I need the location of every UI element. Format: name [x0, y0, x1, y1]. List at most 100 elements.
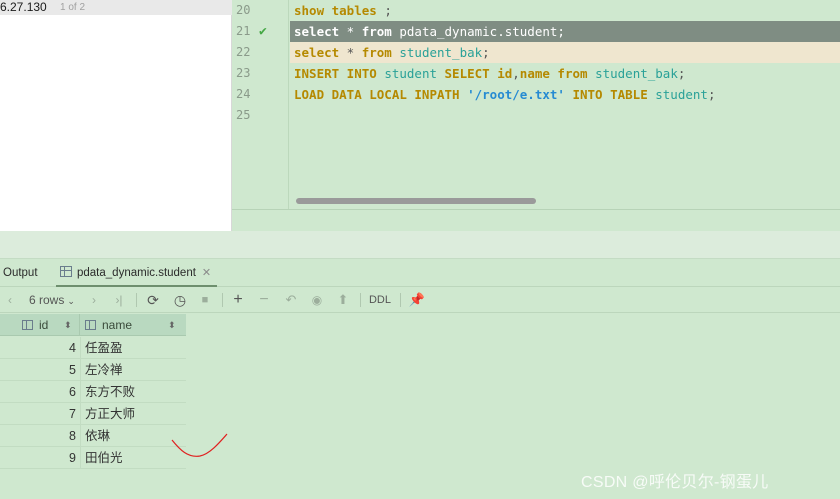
column-icon	[22, 320, 33, 330]
toolbar-divider	[136, 293, 137, 307]
cell-name[interactable]: 方正大师	[80, 403, 186, 425]
line-number: 25	[232, 105, 289, 126]
clock-icon[interactable]: ◷	[170, 287, 190, 313]
revert-icon[interactable]: ↶	[282, 287, 300, 313]
cell-name[interactable]: 左冷禅	[80, 359, 186, 381]
table-row[interactable]: 8 依琳	[0, 425, 186, 447]
ddl-button[interactable]: DDL	[367, 287, 393, 313]
line-number: 24	[232, 84, 289, 105]
code-token: from	[549, 66, 588, 81]
toolbar-divider	[360, 293, 361, 307]
code-token: student_bak	[391, 45, 483, 60]
panel-splitter[interactable]	[0, 231, 840, 259]
code-token: INTO TABLE	[564, 87, 648, 102]
last-page-icon[interactable]: ›|	[110, 287, 128, 313]
cell-id[interactable]: 9	[0, 447, 78, 469]
check-icon: ✔	[259, 24, 267, 39]
rows-count-label: 6 rows	[29, 293, 65, 307]
code-token: ;	[677, 66, 686, 81]
pin-icon[interactable]: 📌	[408, 287, 426, 313]
scrollbar-thumb[interactable]	[296, 198, 536, 204]
code-token: select	[294, 45, 340, 60]
editor-gutter: 20 21 ✔ 22 23 24 25	[232, 0, 289, 209]
column-divider[interactable]	[79, 314, 80, 336]
line-number-text: 22	[236, 45, 251, 59]
close-icon[interactable]: ✕	[202, 267, 211, 279]
cell-id[interactable]: 4	[0, 337, 78, 359]
line-number-text: 20	[236, 3, 251, 17]
line-number-text: 23	[236, 66, 251, 80]
code-token: name	[519, 66, 550, 81]
line-number: 21 ✔	[232, 21, 289, 42]
code-token: ;	[482, 45, 490, 60]
results-tabs: Output pdata_dynamic.student ✕	[0, 259, 840, 287]
code-line[interactable]: LOAD DATA LOCAL INPATH '/root/e.txt' INT…	[290, 84, 840, 105]
code-token: student	[647, 87, 708, 102]
code-line[interactable]: INSERT INTO student SELECT id,name from …	[290, 63, 840, 84]
line-number: 23	[232, 63, 289, 84]
line-number-text: 25	[236, 108, 251, 122]
cell-id[interactable]: 5	[0, 359, 78, 381]
connection-count: 1 of 2	[60, 2, 86, 13]
editor-status-strip	[232, 209, 840, 231]
table-row[interactable]: 9 田伯光	[0, 447, 186, 469]
table-row[interactable]: 7 方正大师	[0, 403, 186, 425]
code-line[interactable]: select * from student_bak;	[290, 42, 840, 63]
code-line[interactable]: select * from pdata_dynamic.student;	[290, 21, 840, 42]
code-token: pdata_dynamic.student;	[391, 24, 565, 39]
code-token: ;	[707, 87, 716, 102]
code-line[interactable]	[290, 105, 840, 126]
tab-table-label: pdata_dynamic.student	[77, 267, 196, 279]
column-header-name[interactable]: name	[85, 314, 175, 336]
code-token: ;	[376, 3, 392, 18]
table-row[interactable]: 5 左冷禅	[0, 359, 186, 381]
sort-icon[interactable]: ⬍	[168, 314, 176, 336]
sort-icon[interactable]: ⬍	[64, 314, 72, 336]
red-annotation-mark	[171, 433, 228, 457]
code-token: *	[339, 45, 362, 60]
refresh-icon[interactable]: ⟳	[144, 287, 162, 313]
submit-icon[interactable]: ⬆	[334, 287, 352, 313]
code-line[interactable]: show tables ;	[290, 0, 840, 21]
line-number: 20	[232, 0, 289, 21]
table-row[interactable]: 4 任盈盈	[0, 337, 186, 359]
cell-id[interactable]: 8	[0, 425, 78, 447]
tab-result-table[interactable]: pdata_dynamic.student ✕	[56, 259, 218, 287]
code-token: ,	[512, 66, 520, 81]
code-token: show tables	[294, 3, 377, 18]
line-number: 22	[232, 42, 289, 63]
cell-id[interactable]: 7	[0, 403, 78, 425]
rows-count-dropdown[interactable]: 6 rows ⌄	[24, 287, 82, 313]
horizontal-scrollbar[interactable]	[290, 195, 840, 207]
toolbar-divider	[400, 293, 401, 307]
table-row[interactable]: 6 东方不败	[0, 381, 186, 403]
watermark: CSDN @呼伦贝尔-钢蛋儿	[581, 474, 769, 491]
code-token: from	[361, 24, 392, 39]
connection-host: 6.27.130	[0, 0, 47, 14]
tab-output-label: Output	[3, 267, 38, 279]
tab-output[interactable]: Output	[3, 259, 38, 287]
code-token: *	[339, 24, 362, 39]
results-toolbar: ‹ 6 rows ⌄ › ›| ⟳ ◷ ■ + − ↶ ◉ ⬆ DDL 📌	[0, 287, 840, 313]
add-row-icon[interactable]: +	[230, 287, 246, 313]
code-area[interactable]: show tables ; select * from pdata_dynamic…	[290, 0, 840, 209]
table-icon	[60, 266, 72, 277]
chevron-down-icon: ⌄	[67, 296, 75, 306]
line-number-text: 21	[236, 24, 251, 38]
code-token: id	[489, 66, 513, 81]
code-token: select	[294, 24, 340, 39]
cell-name[interactable]: 任盈盈	[80, 337, 186, 359]
connection-row[interactable]: 6.27.130 1 of 2	[0, 0, 232, 15]
preview-icon[interactable]: ◉	[308, 287, 326, 313]
toolbar-divider	[222, 293, 223, 307]
line-number-text: 24	[236, 87, 251, 101]
sql-editor[interactable]: 20 21 ✔ 22 23 24 25 show tables ; select * from…	[232, 0, 840, 209]
stop-icon[interactable]: ■	[197, 287, 213, 313]
code-token: SELECT	[444, 66, 490, 81]
cell-id[interactable]: 6	[0, 381, 78, 403]
code-token: from	[361, 45, 392, 60]
previous-page-icon[interactable]: ‹	[3, 287, 17, 313]
cell-name[interactable]: 东方不败	[80, 381, 186, 403]
next-page-icon[interactable]: ›	[87, 287, 101, 313]
remove-row-icon[interactable]: −	[256, 287, 272, 313]
